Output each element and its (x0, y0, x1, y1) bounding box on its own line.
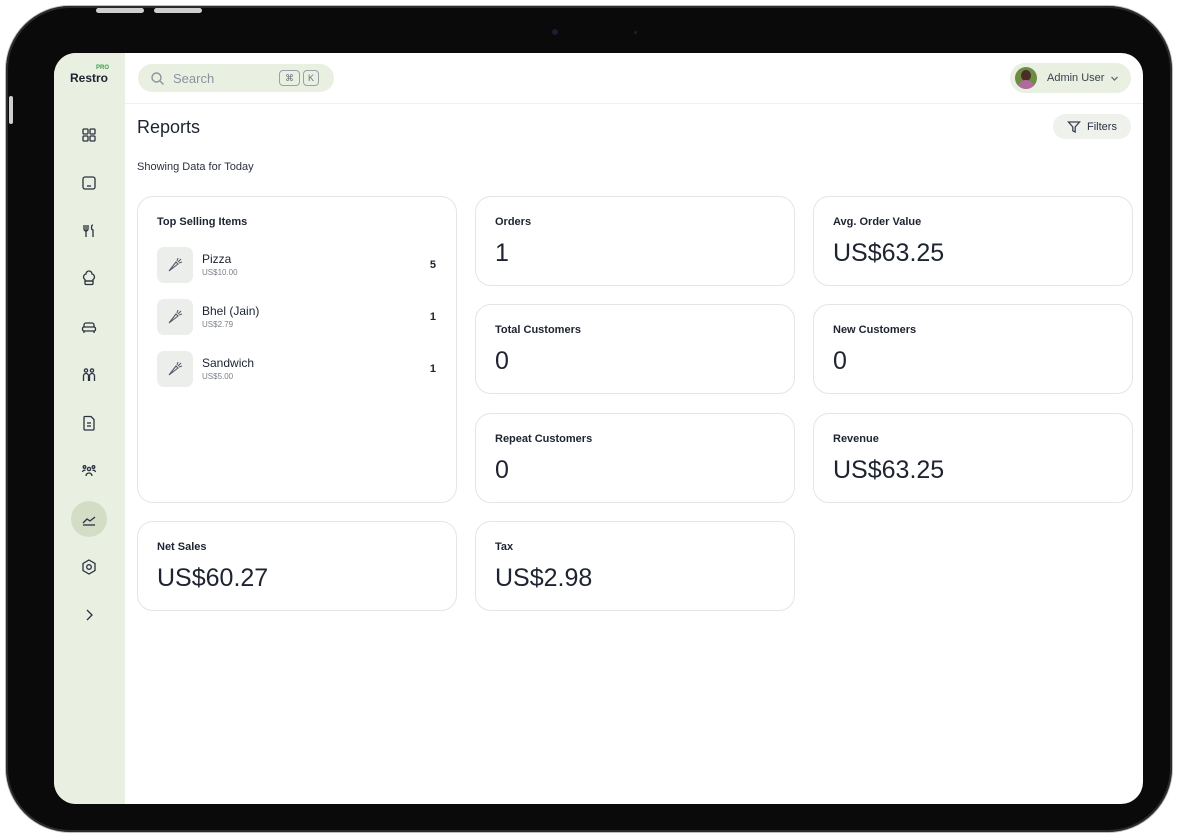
item-quantity: 1 (429, 363, 436, 375)
item-quantity: 5 (429, 259, 436, 271)
staff-icon (81, 465, 97, 477)
item-price: US$10.00 (202, 268, 238, 277)
fork-knife-icon (83, 224, 94, 237)
nav-settings[interactable] (71, 549, 107, 585)
filter-icon (1067, 120, 1081, 133)
shortcut-cmd-key: ⌘ (279, 70, 300, 86)
page-subtitle: Showing Data for Today (137, 161, 254, 173)
nav-customers[interactable] (71, 357, 107, 393)
item-thumbnail (157, 299, 193, 335)
carrot-icon (168, 361, 183, 376)
nav-invoices[interactable] (71, 405, 107, 441)
search-input[interactable]: Search ⌘ K (138, 64, 334, 92)
shortcut-k-key: K (303, 70, 319, 86)
card-label: Revenue (833, 433, 879, 445)
card-value: 0 (495, 347, 509, 375)
carrot-icon (168, 257, 183, 272)
card-label: Total Customers (495, 324, 581, 336)
avg-order-value-card: Avg. Order Value US$63.25 (813, 196, 1133, 286)
sofa-icon (81, 322, 97, 333)
card-value: US$60.27 (157, 564, 269, 592)
card-value: US$2.98 (495, 564, 593, 592)
list-item[interactable]: Pizza US$10.00 5 (157, 247, 436, 283)
nav-pos[interactable] (71, 165, 107, 201)
nav-reports[interactable] (71, 501, 107, 537)
page-title: Reports (137, 117, 201, 137)
tablet-icon (82, 176, 96, 190)
nav-dashboard[interactable] (71, 117, 107, 153)
item-price: US$5.00 (202, 372, 234, 381)
chevron-down-icon (1111, 76, 1119, 81)
logo-text: Restro (70, 71, 109, 85)
app-screen: Restro PRO Search ⌘ K Admin User Reports… (54, 53, 1143, 804)
card-label: Repeat Customers (495, 433, 593, 445)
card-label: Net Sales (157, 541, 207, 553)
chevron-right-icon (86, 609, 93, 621)
user-menu[interactable]: Admin User (1010, 63, 1131, 93)
list-item[interactable]: Sandwich US$5.00 1 (157, 351, 436, 387)
filters-label: Filters (1087, 120, 1117, 133)
item-price: US$2.79 (202, 320, 234, 329)
item-name: Sandwich (202, 356, 255, 370)
card-value: US$63.25 (833, 239, 945, 267)
dashboard-icon (82, 128, 96, 142)
sensor (634, 31, 637, 34)
card-value: 0 (495, 456, 509, 484)
card-value: 0 (833, 347, 847, 375)
card-value: 1 (495, 239, 509, 267)
hardware-button (154, 8, 202, 13)
card-label: Avg. Order Value (833, 216, 922, 228)
nav-kitchen[interactable] (71, 261, 107, 297)
nav-staff[interactable] (71, 453, 107, 489)
item-name: Bhel (Jain) (202, 304, 260, 318)
filters-button[interactable]: Filters (1053, 114, 1131, 139)
reports-icon (82, 516, 96, 526)
sidebar: Restro PRO (54, 53, 125, 804)
pro-badge: PRO (96, 65, 110, 71)
card-label: New Customers (833, 324, 917, 336)
chef-hat-icon (82, 270, 96, 286)
tablet-frame: Restro PRO Search ⌘ K Admin User Reports… (6, 6, 1172, 832)
nav-tables[interactable] (71, 309, 107, 345)
search-placeholder: Search (173, 70, 215, 86)
user-name: Admin User (1047, 72, 1105, 84)
top-selling-card: Top Selling Items Pizza US$10.00 5 Bhel … (137, 196, 457, 503)
orders-card: Orders 1 (475, 196, 795, 286)
card-label: Top Selling Items (157, 216, 248, 228)
camera (552, 29, 558, 35)
item-name: Pizza (202, 252, 232, 266)
item-thumbnail (157, 351, 193, 387)
net-sales-card: Net Sales US$60.27 (137, 521, 457, 611)
avatar (1015, 67, 1037, 89)
settings-icon (82, 559, 96, 575)
top-bar: Search ⌘ K Admin User (125, 53, 1143, 104)
tax-card: Tax US$2.98 (475, 521, 795, 611)
hardware-button (96, 8, 144, 13)
total-customers-card: Total Customers 0 (475, 304, 795, 394)
people-icon (82, 368, 96, 381)
invoice-icon (83, 415, 95, 431)
search-icon (151, 71, 164, 85)
list-item[interactable]: Bhel (Jain) US$2.79 1 (157, 299, 436, 335)
nav-expand[interactable] (71, 597, 107, 633)
item-thumbnail (157, 247, 193, 283)
new-customers-card: New Customers 0 (813, 304, 1133, 394)
card-label: Orders (495, 216, 532, 228)
carrot-icon (168, 309, 183, 324)
card-label: Tax (495, 541, 514, 553)
nav-menu[interactable] (71, 213, 107, 249)
app-logo[interactable]: Restro PRO (70, 65, 109, 85)
repeat-customers-card: Repeat Customers 0 (475, 413, 795, 503)
item-quantity: 1 (429, 311, 436, 323)
card-value: US$63.25 (833, 456, 945, 484)
revenue-card: Revenue US$63.25 (813, 413, 1133, 503)
hardware-button (9, 96, 13, 124)
